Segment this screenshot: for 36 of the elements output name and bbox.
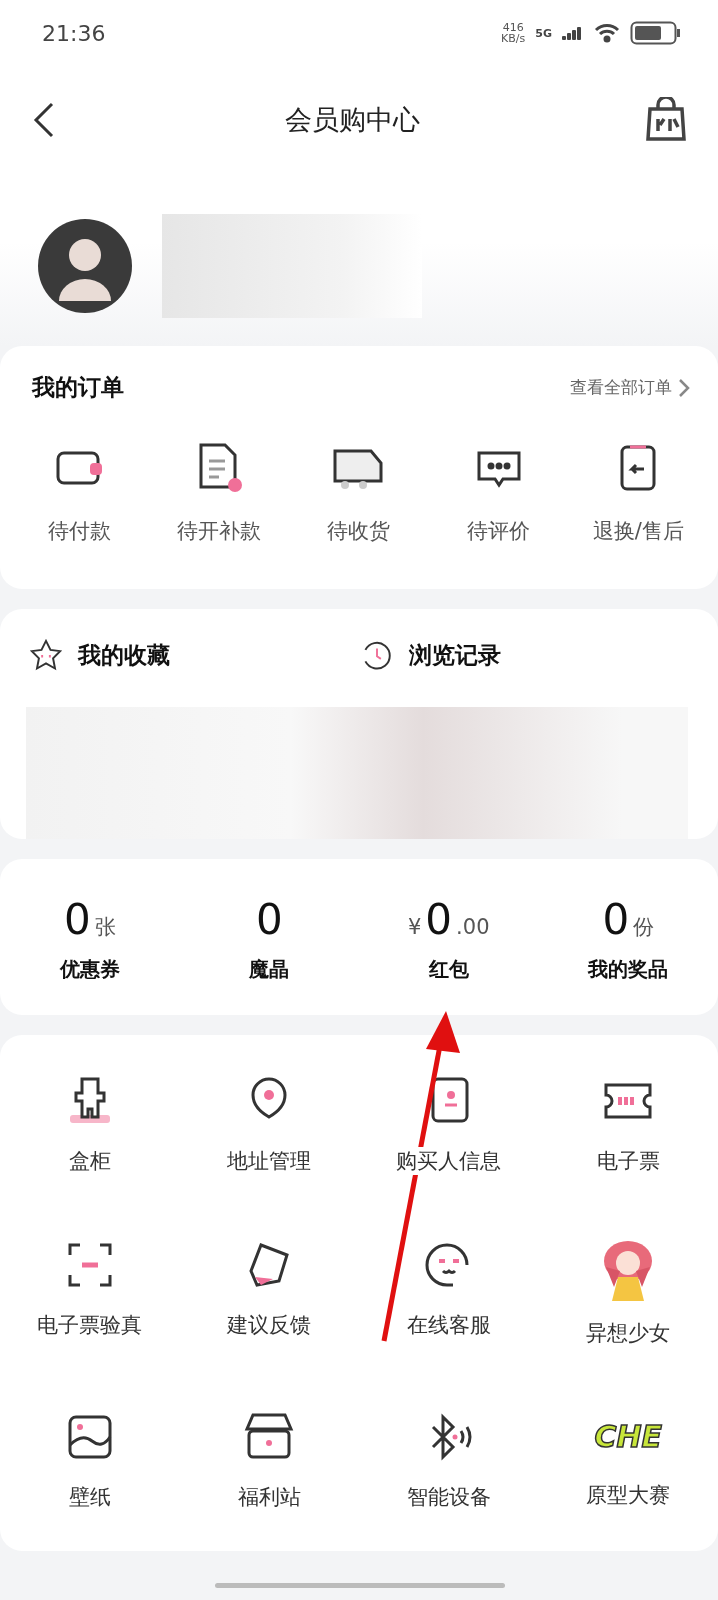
chevron-right-icon [678, 377, 690, 398]
order-status-label[interactable]: 待收货 [327, 517, 391, 545]
service-label[interactable]: 购买人信息 [394, 1147, 504, 1175]
stat-label[interactable]: 我的奖品 [588, 956, 669, 983]
network-type: 5G [535, 26, 552, 40]
stat-unit: 张 [94, 914, 116, 941]
section-title[interactable]: 我的收藏 [78, 639, 170, 671]
stat-label[interactable]: 优惠券 [59, 956, 120, 983]
service-label[interactable]: 电子票验真 [35, 1311, 145, 1339]
stat-value: 0 [63, 895, 91, 944]
star-icon [28, 637, 64, 673]
page-title: 会员购中心 [284, 103, 420, 137]
service-label[interactable]: 建议反馈 [225, 1311, 314, 1339]
stat-label[interactable]: 红包 [428, 956, 469, 983]
stat-unit: .00 [456, 915, 490, 939]
stat-value: 0 [425, 895, 453, 944]
stat-value: 0 [255, 895, 283, 944]
shopping-bag-icon[interactable] [644, 97, 688, 143]
stat-unit: 份 [633, 914, 655, 941]
network-speed: 416 [502, 22, 524, 33]
order-status-label[interactable]: 待付款 [48, 517, 112, 545]
stat-label[interactable]: 魔晶 [249, 956, 290, 983]
signal-icon [562, 26, 584, 40]
section-title: 我的订单 [32, 373, 124, 402]
order-status-label[interactable]: 退换/售后 [592, 517, 684, 545]
order-status-label[interactable]: 待评价 [467, 517, 531, 545]
wifi-icon [594, 23, 620, 43]
stat-value: 0 [602, 895, 630, 944]
status-time: 21:36 [42, 20, 106, 46]
speed-unit: KB/s [501, 33, 526, 44]
currency-sign: ¥ [408, 915, 422, 939]
battery-icon [630, 21, 682, 45]
service-label[interactable]: 异想少女 [584, 1319, 673, 1347]
view-all-orders-link[interactable]: 查看全部订单 [570, 376, 690, 399]
section-title[interactable]: 浏览记录 [409, 639, 501, 671]
order-status-label[interactable]: 待开补款 [177, 517, 262, 545]
